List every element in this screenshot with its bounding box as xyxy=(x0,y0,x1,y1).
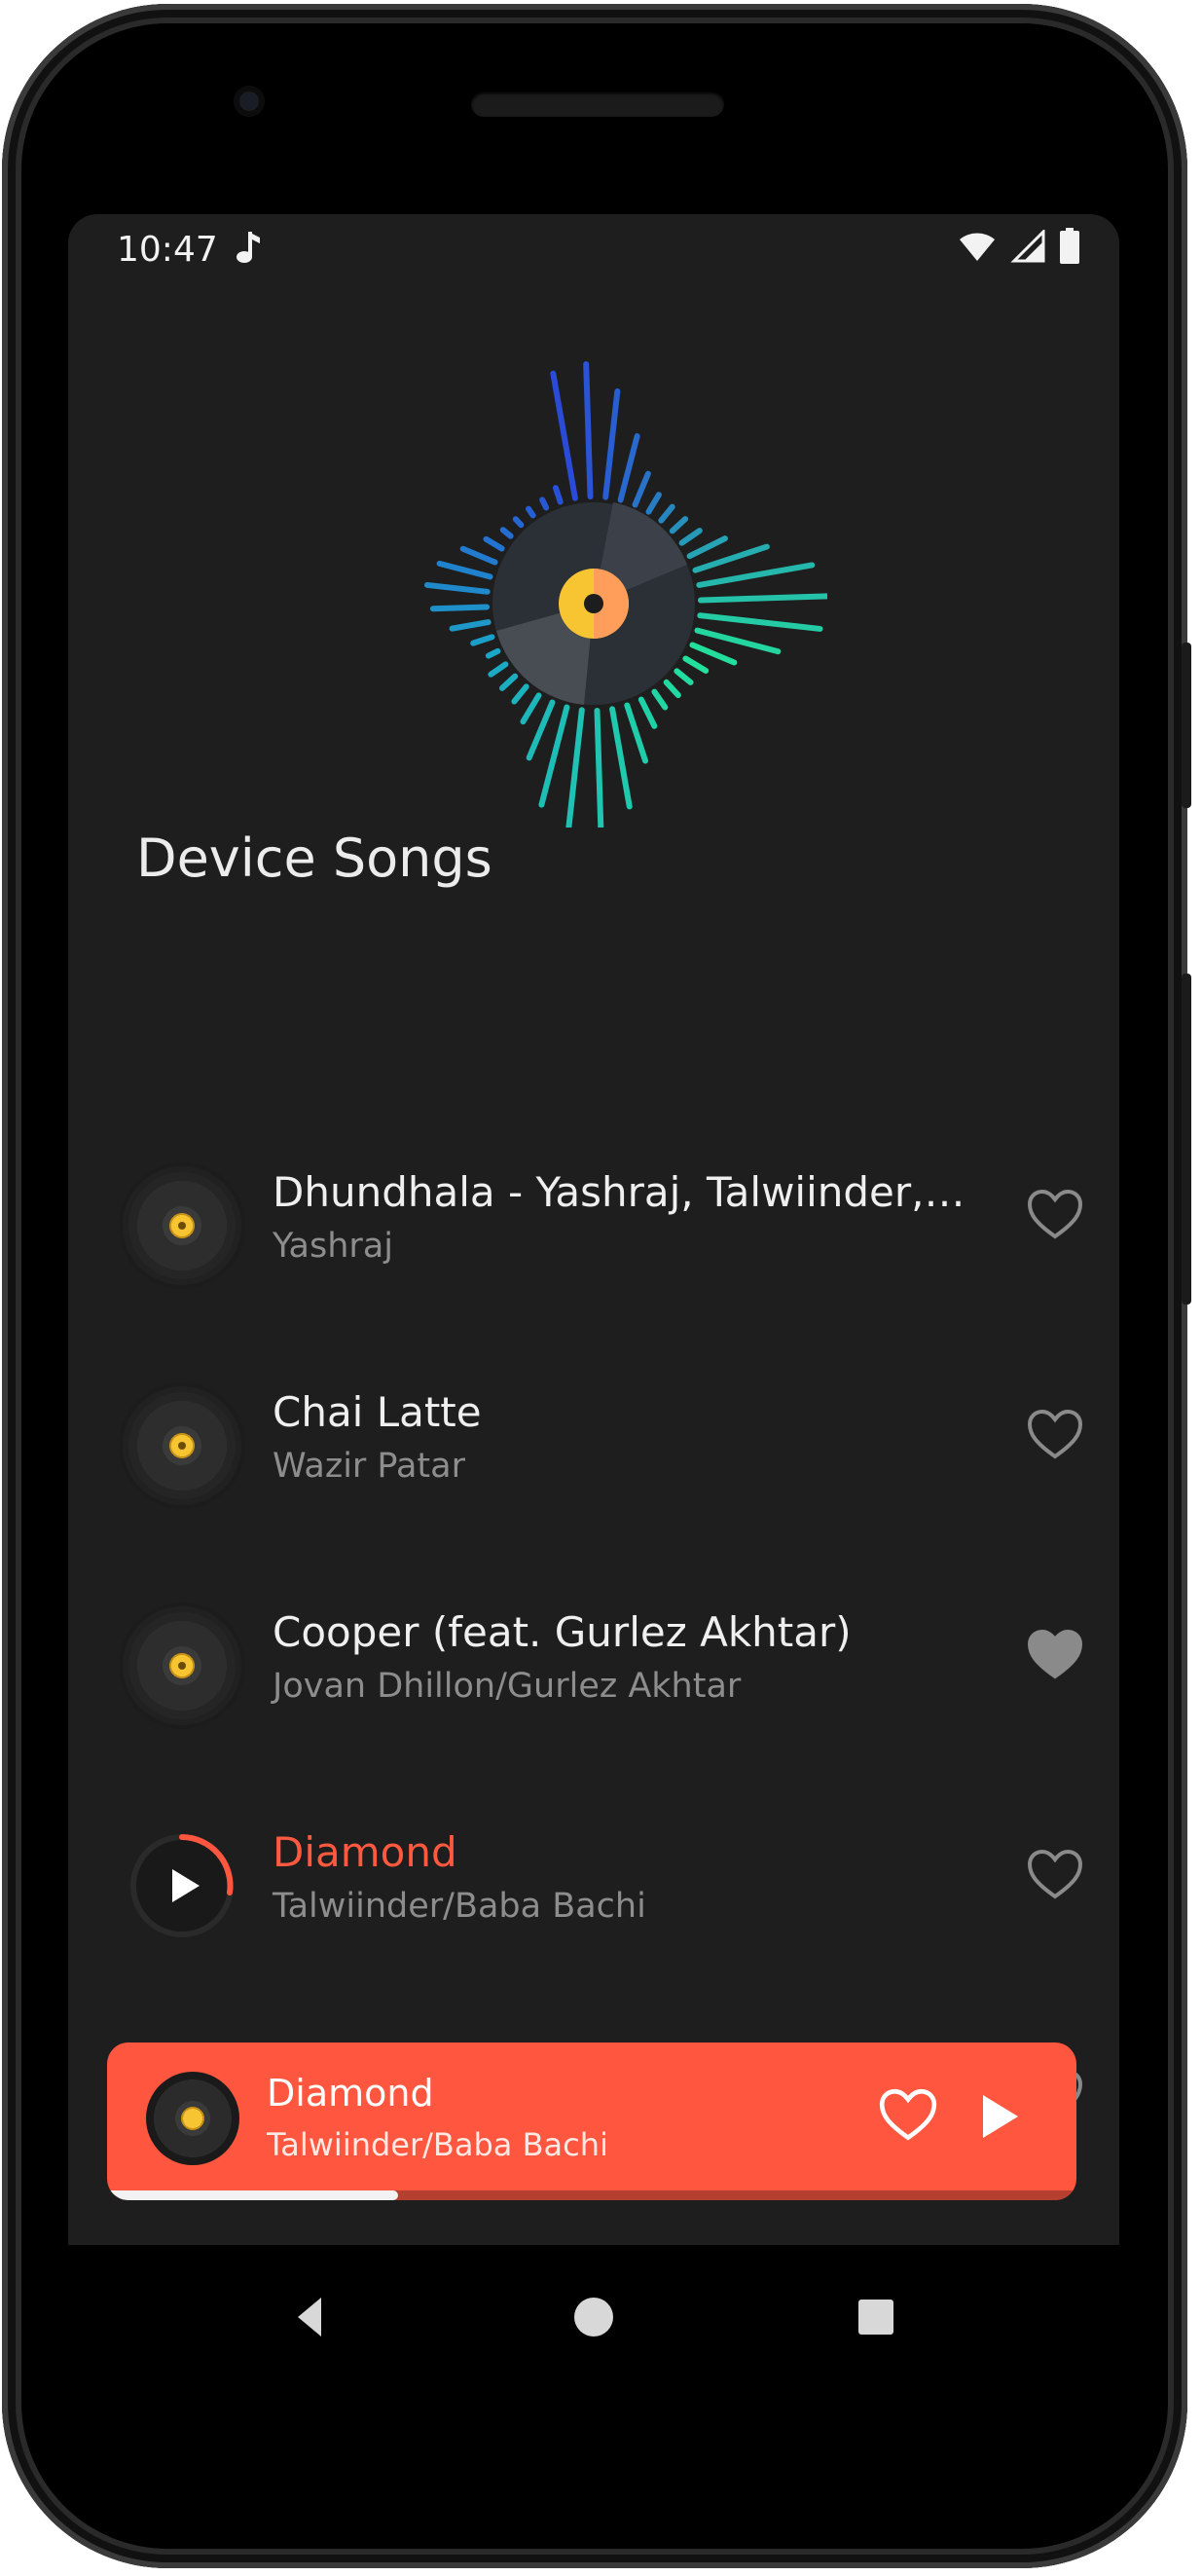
system-navigation-bar xyxy=(68,2245,1119,2391)
vinyl-icon xyxy=(128,1172,236,1279)
front-camera xyxy=(234,86,265,117)
now-playing-artist: Talwiinder/Baba Bachi xyxy=(267,2126,608,2163)
music-note-icon xyxy=(237,232,260,263)
volume-button xyxy=(1182,974,1191,1305)
heart-icon[interactable] xyxy=(1024,1624,1086,1686)
signal-icon xyxy=(1010,230,1045,263)
now-playing-play-icon[interactable] xyxy=(969,2087,1028,2146)
heart-icon[interactable] xyxy=(1024,1844,1086,1906)
home-icon[interactable] xyxy=(565,2288,623,2346)
now-playing-vinyl-icon xyxy=(146,2072,239,2165)
earpiece-speaker xyxy=(471,92,724,117)
song-item[interactable]: Dhundhala - Yashraj, Talwiinder, D... Yas… xyxy=(68,1168,1119,1367)
song-artist: Jovan Dhillon/Gurlez Akhtar xyxy=(273,1667,742,1706)
vinyl-icon xyxy=(128,1392,236,1499)
song-item[interactable]: Diamond Talwiinder/Baba Bachi xyxy=(68,1828,1119,2027)
song-artist: Wazir Patar xyxy=(273,1447,465,1486)
status-time: 10:47 xyxy=(117,230,218,270)
vinyl-icon xyxy=(128,1612,236,1719)
wifi-icon xyxy=(960,233,995,261)
now-playing-bar[interactable]: Diamond Talwiinder/Baba Bachi xyxy=(107,2042,1076,2200)
progress-fill xyxy=(107,2190,398,2200)
heart-icon[interactable] xyxy=(1024,1184,1086,1246)
play-progress-icon[interactable] xyxy=(128,1832,236,1939)
song-artist: Talwiinder/Baba Bachi xyxy=(273,1887,646,1926)
song-title: Cooper (feat. Gurlez Akhtar) xyxy=(273,1608,852,1656)
song-item[interactable]: Chai Latte Wazir Patar xyxy=(68,1388,1119,1587)
now-playing-title: Diamond xyxy=(267,2072,434,2115)
song-title: Dhundhala - Yashraj, Talwiinder, D... xyxy=(273,1168,973,1216)
visualizer-vinyl-icon xyxy=(423,361,827,828)
back-icon[interactable] xyxy=(282,2288,341,2346)
song-artist: Yashraj xyxy=(273,1227,393,1266)
power-button xyxy=(1182,643,1191,808)
song-item[interactable]: Cooper (feat. Gurlez Akhtar) Jovan Dhillo… xyxy=(68,1608,1119,1807)
heart-icon[interactable] xyxy=(1024,1404,1086,1466)
now-playing-heart-icon[interactable] xyxy=(876,2083,940,2148)
status-bar: 10:47 xyxy=(68,214,1119,282)
recents-icon[interactable] xyxy=(847,2288,905,2346)
battery-icon xyxy=(1060,228,1079,264)
song-title: Diamond xyxy=(273,1828,457,1876)
status-icons xyxy=(958,228,1080,265)
app-screen: 10:47 Device Songs Dhundhala - Yashraj, … xyxy=(68,214,1119,2245)
section-title: Device Songs xyxy=(136,828,492,889)
song-title: Chai Latte xyxy=(273,1388,482,1436)
